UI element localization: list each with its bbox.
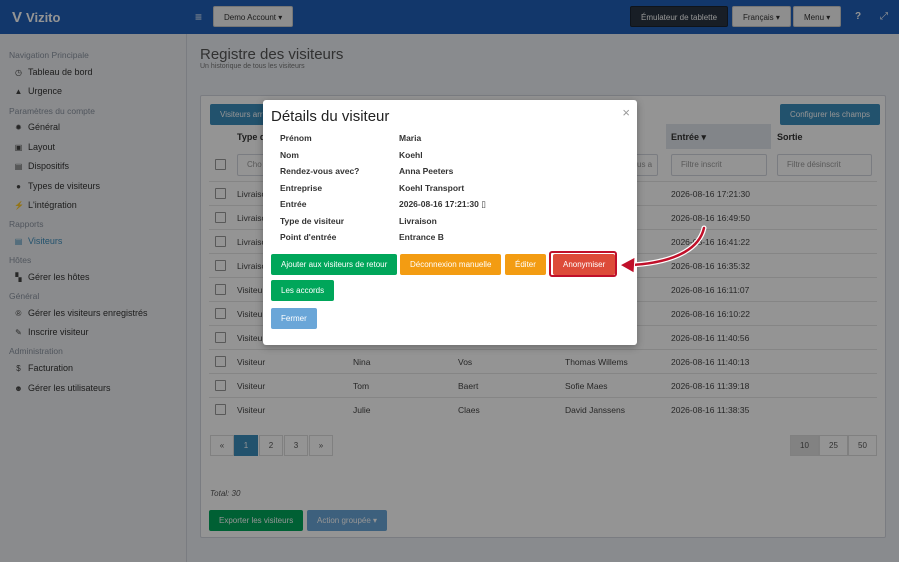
visitor-details-modal: Détails du visiteur × Prénom Maria Nom K… (263, 100, 637, 345)
field-label-appointment: Rendez-vous avec? (280, 166, 360, 176)
field-label-entry: Entrée (280, 199, 307, 209)
manual-logout-button[interactable]: Déconnexion manuelle (400, 254, 502, 275)
modal-title: Détails du visiteur (271, 108, 390, 125)
field-label-entry-point: Point d'entrée (280, 232, 337, 242)
field-value-appointment: Anna Peeters (399, 166, 454, 176)
tablet-icon: ▯ (481, 199, 486, 209)
field-value-entry: 2026-08-16 17:21:30 ▯ (399, 199, 486, 210)
field-value-visitor-type: Livraison (399, 216, 437, 226)
annotation-arrow-icon (618, 225, 707, 274)
field-label-visitor-type: Type de visiteur (280, 216, 345, 226)
field-value-lastname: Koehl (399, 150, 423, 160)
field-value-firstname: Maria (399, 133, 422, 143)
edit-button[interactable]: Éditer (505, 254, 546, 275)
add-return-visitor-button[interactable]: Ajouter aux visiteurs de retour (271, 254, 398, 275)
agreements-button[interactable]: Les accords (271, 280, 335, 301)
close-icon[interactable]: × (622, 105, 630, 120)
field-label-company: Entreprise (280, 183, 323, 193)
field-label-lastname: Nom (280, 150, 299, 160)
close-button[interactable]: Fermer (271, 308, 317, 329)
field-value-company: Koehl Transport (399, 183, 465, 193)
entry-time: 2026-08-16 17:21:30 (399, 199, 479, 209)
field-label-firstname: Prénom (280, 133, 312, 143)
field-value-entry-point: Entrance B (399, 232, 444, 242)
